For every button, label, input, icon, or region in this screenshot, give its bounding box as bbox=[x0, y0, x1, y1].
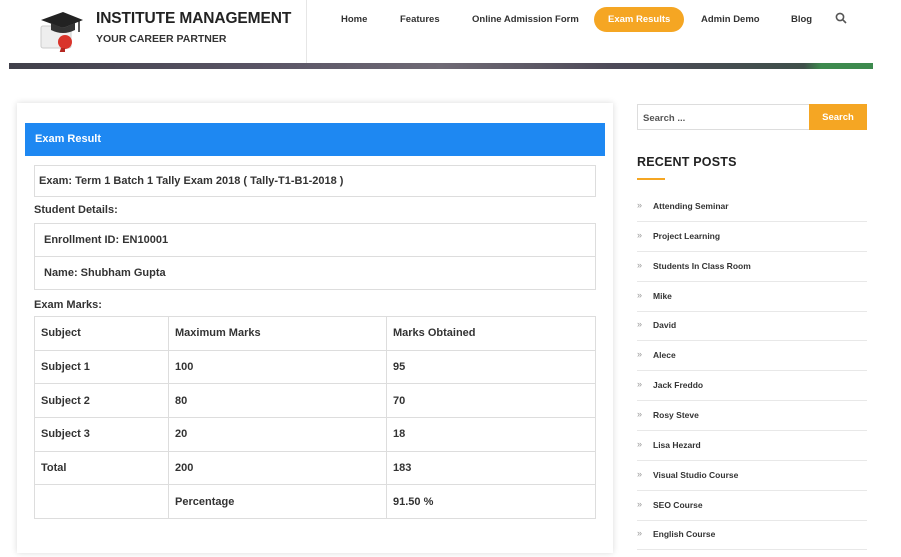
nav-home[interactable]: Home bbox=[341, 14, 367, 25]
table-cell: Total bbox=[34, 450, 169, 486]
chevron-right-icon: » bbox=[637, 468, 643, 479]
recent-post-link[interactable]: Jack Freddo bbox=[653, 380, 703, 390]
column-header: Marks Obtained bbox=[386, 316, 596, 351]
recent-post-link[interactable]: Lisa Hezard bbox=[653, 440, 701, 450]
chevron-right-icon: » bbox=[637, 379, 643, 390]
card-title: Exam Result bbox=[25, 123, 605, 156]
table-cell: 100 bbox=[168, 349, 387, 385]
recent-post-link[interactable]: Attending Seminar bbox=[653, 201, 729, 211]
nav-features[interactable]: Features bbox=[400, 14, 440, 25]
chevron-right-icon: » bbox=[637, 498, 643, 509]
recent-post-item[interactable]: » Alece bbox=[637, 341, 867, 372]
chevron-right-icon: » bbox=[637, 349, 643, 360]
recent-post-link[interactable]: English Course bbox=[653, 529, 715, 539]
nav-blog[interactable]: Blog bbox=[791, 14, 812, 25]
graduation-cap-icon bbox=[40, 12, 83, 52]
table-cell: Subject 1 bbox=[34, 349, 169, 385]
table-row: Subject 2 80 70 bbox=[34, 383, 596, 419]
nav-admin-demo[interactable]: Admin Demo bbox=[701, 14, 760, 25]
table-cell: Subject 2 bbox=[34, 383, 169, 419]
exam-marks-label: Exam Marks: bbox=[34, 299, 102, 311]
brand-title: INSTITUTE MANAGEMENT bbox=[96, 10, 292, 27]
search-icon[interactable] bbox=[835, 12, 847, 24]
table-cell: 200 bbox=[168, 450, 387, 486]
exam-info: Exam: Term 1 Batch 1 Tally Exam 2018 ( T… bbox=[34, 165, 596, 197]
chevron-right-icon: » bbox=[637, 229, 643, 240]
student-details-label: Student Details: bbox=[34, 204, 118, 216]
chevron-right-icon: » bbox=[637, 200, 643, 210]
table-cell bbox=[34, 484, 169, 520]
brand-subtitle: YOUR CAREER PARTNER bbox=[96, 33, 227, 45]
chevron-right-icon: » bbox=[637, 438, 643, 449]
recent-post-item[interactable]: » Visual Studio Course bbox=[637, 461, 867, 491]
recent-post-item[interactable]: » English Course bbox=[637, 520, 867, 551]
recent-post-item[interactable]: » Rosy Steve bbox=[637, 401, 867, 431]
chevron-right-icon: » bbox=[637, 408, 643, 419]
table-cell: Subject 3 bbox=[34, 417, 169, 452]
recent-posts-title: RECENT POSTS bbox=[637, 155, 737, 169]
search-input[interactable]: Search ... bbox=[637, 104, 810, 130]
table-cell: 91.50 % bbox=[386, 484, 596, 520]
recent-post-link[interactable]: Rosy Steve bbox=[653, 410, 699, 420]
table-row: Total 200 183 bbox=[34, 450, 596, 486]
recent-post-item[interactable]: » Mike bbox=[637, 282, 867, 312]
column-header: Subject bbox=[34, 316, 169, 351]
recent-post-link[interactable]: Mike bbox=[653, 291, 672, 301]
table-row: Subject 3 20 18 bbox=[34, 417, 596, 452]
recent-post-link[interactable]: Students In Class Room bbox=[653, 261, 751, 271]
chevron-right-icon: » bbox=[637, 528, 643, 539]
chevron-right-icon: » bbox=[637, 289, 643, 300]
table-row: Percentage 91.50 % bbox=[34, 484, 596, 520]
recent-post-link[interactable]: Project Learning bbox=[653, 231, 720, 241]
logo[interactable]: INSTITUTE MANAGEMENT YOUR CAREER PARTNER bbox=[9, 0, 307, 65]
recent-post-link[interactable]: David bbox=[653, 320, 676, 330]
recent-post-item[interactable]: » Students In Class Room bbox=[637, 252, 867, 282]
table-cell: 70 bbox=[386, 383, 596, 419]
recent-post-item[interactable]: » David bbox=[637, 311, 867, 342]
table-row: Subject 1 100 95 bbox=[34, 349, 596, 385]
table-header-row: Subject Maximum Marks Marks Obtained bbox=[34, 316, 596, 351]
chevron-right-icon: » bbox=[637, 259, 643, 270]
recent-post-item[interactable]: » Jack Freddo bbox=[637, 371, 867, 402]
table-cell: 18 bbox=[386, 417, 596, 452]
search-button[interactable]: Search bbox=[809, 104, 867, 130]
column-header: Maximum Marks bbox=[168, 316, 387, 351]
marks-table: Subject Maximum Marks Marks Obtained Sub… bbox=[34, 316, 596, 520]
table-cell: 80 bbox=[168, 383, 387, 419]
nav-online-admission-form[interactable]: Online Admission Form bbox=[472, 14, 579, 25]
table-cell: Percentage bbox=[168, 484, 387, 520]
enrollment-id: Enrollment ID: EN10001 bbox=[34, 223, 596, 257]
table-cell: 183 bbox=[386, 450, 596, 486]
exam-result-card: Exam Result Exam: Term 1 Batch 1 Tally E… bbox=[17, 103, 613, 553]
table-cell: 20 bbox=[168, 417, 387, 452]
recent-post-item[interactable]: » Attending Seminar bbox=[637, 192, 867, 222]
site-header: INSTITUTE MANAGEMENT YOUR CAREER PARTNER… bbox=[0, 0, 901, 65]
recent-post-item[interactable]: » Project Learning bbox=[637, 222, 867, 252]
nav-exam-results[interactable]: Exam Results bbox=[594, 7, 685, 32]
recent-post-link[interactable]: SEO Course bbox=[653, 500, 703, 510]
title-underline bbox=[637, 178, 665, 180]
table-cell: 95 bbox=[386, 349, 596, 385]
header-banner bbox=[9, 63, 873, 69]
student-name: Name: Shubham Gupta bbox=[34, 256, 596, 290]
recent-post-link[interactable]: Alece bbox=[653, 350, 676, 360]
recent-post-item[interactable]: » Lisa Hezard bbox=[637, 431, 867, 461]
chevron-right-icon: » bbox=[637, 319, 643, 330]
recent-post-link[interactable]: Visual Studio Course bbox=[653, 470, 738, 480]
recent-post-item[interactable]: » SEO Course bbox=[637, 491, 867, 521]
